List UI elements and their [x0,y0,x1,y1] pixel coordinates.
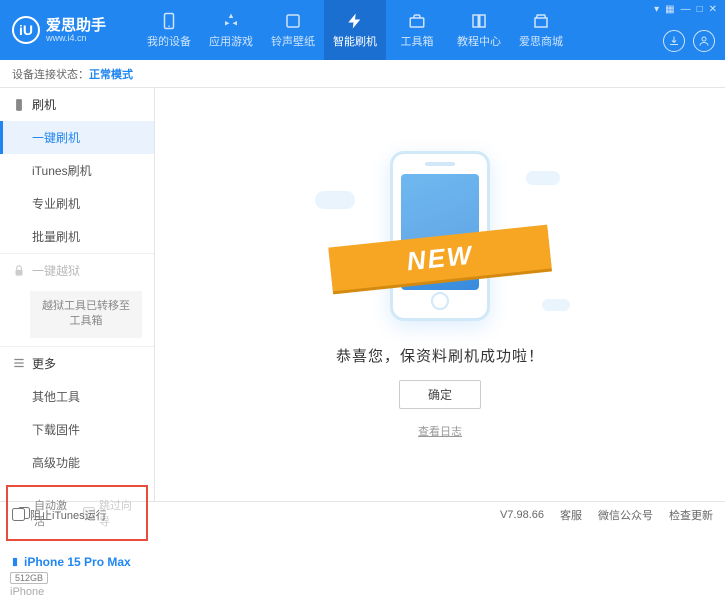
sidebar-more-header[interactable]: 更多 [0,347,154,380]
wechat-link[interactable]: 微信公众号 [598,507,653,523]
logo: iU 爱思助手 www.i4.cn [8,16,138,44]
grid-icon[interactable]: ▦ [665,4,674,15]
success-message: 恭喜您，保资料刷机成功啦！ [336,345,544,366]
device-icon [10,555,20,569]
sidebar-item-itunes[interactable]: iTunes刷机 [0,154,154,187]
block-itunes-checkbox[interactable]: 阻止iTunes运行 [12,507,107,523]
window-controls: ▾ ▦ — □ ✕ [654,4,717,15]
sidebar-item-other-tools[interactable]: 其他工具 [0,380,154,413]
nav-flash[interactable]: 智能刷机 [324,0,386,60]
nav-toolbox[interactable]: 工具箱 [386,0,448,60]
sidebar-item-pro[interactable]: 专业刷机 [0,187,154,220]
nav-apps[interactable]: 应用游戏 [200,0,262,60]
store-icon [532,12,550,30]
nav-store[interactable]: 爱思商城 [510,0,572,60]
status-bar: 设备连接状态： 正常模式 [0,60,725,88]
apps-icon [222,12,240,30]
version-label: V7.98.66 [500,509,544,521]
lock-icon [12,264,26,278]
app-url: www.i4.cn [46,33,106,43]
nav-my-device[interactable]: 我的设备 [138,0,200,60]
minimize-button[interactable]: — [681,4,691,15]
user-button[interactable] [693,30,715,52]
device-type: iPhone [10,586,144,598]
sidebar-item-download-firmware[interactable]: 下载固件 [0,413,154,446]
nav-ringtones[interactable]: 铃声壁纸 [262,0,324,60]
phone-icon [160,12,178,30]
phone-icon [12,98,26,112]
wallpaper-icon [284,12,302,30]
sidebar-item-oneclick[interactable]: 一键刷机 [0,121,154,154]
support-link[interactable]: 客服 [560,507,582,523]
close-button[interactable]: ✕ [709,4,717,15]
update-link[interactable]: 检查更新 [669,507,713,523]
main-nav: 我的设备 应用游戏 铃声壁纸 智能刷机 工具箱 教程中心 爱思商城 [138,0,572,60]
view-log-link[interactable]: 查看日志 [418,423,462,439]
header-actions [663,30,715,52]
sidebar-item-advanced[interactable]: 高级功能 [0,446,154,479]
status-mode: 正常模式 [89,66,133,82]
nav-tutorials[interactable]: 教程中心 [448,0,510,60]
menu-icon [12,356,26,370]
app-name: 爱思助手 [46,18,106,33]
flash-icon [346,12,364,30]
device-info[interactable]: iPhone 15 Pro Max 512GB iPhone [0,547,154,606]
sidebar-flash-header[interactable]: 刷机 [0,88,154,121]
main-content: NEW 恭喜您，保资料刷机成功啦！ 确定 查看日志 [155,88,725,501]
success-illustration: NEW [340,151,540,331]
sidebar-jailbreak-header: 一键越狱 [0,254,154,287]
jailbreak-note: 越狱工具已转移至工具箱 [30,291,142,338]
menu-more-icon[interactable]: ▾ [654,4,659,15]
status-label: 设备连接状态： [12,66,89,82]
storage-badge: 512GB [10,572,48,584]
logo-icon: iU [12,16,40,44]
app-header: iU 爱思助手 www.i4.cn 我的设备 应用游戏 铃声壁纸 智能刷机 工具… [0,0,725,60]
ok-button[interactable]: 确定 [399,380,481,409]
toolbox-icon [408,12,426,30]
maximize-button[interactable]: □ [697,4,703,15]
book-icon [470,12,488,30]
sidebar: 刷机 一键刷机 iTunes刷机 专业刷机 批量刷机 一键越狱 越狱工具已转移至… [0,88,155,501]
download-button[interactable] [663,30,685,52]
sidebar-item-batch[interactable]: 批量刷机 [0,220,154,253]
